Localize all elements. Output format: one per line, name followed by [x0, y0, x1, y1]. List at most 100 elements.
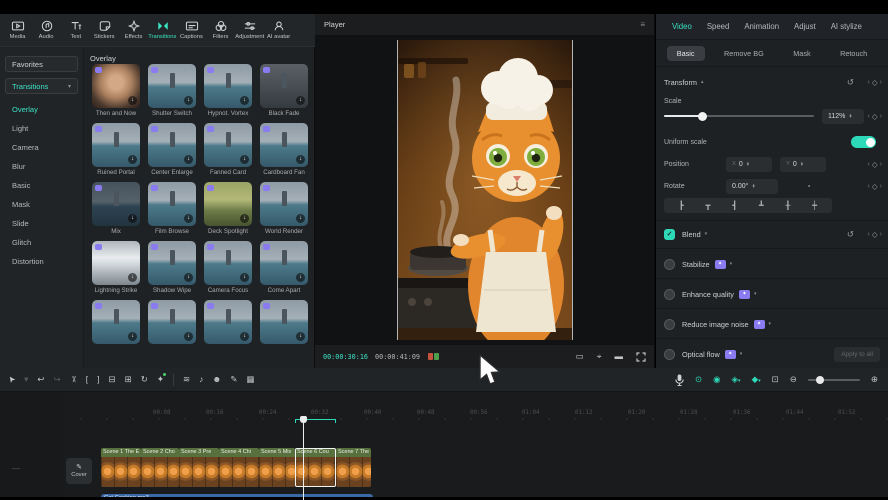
sidebar-category[interactable]: Slide: [0, 214, 83, 233]
transform-section-header[interactable]: Transform ▴ ↺ ‹ ◇ ›: [656, 74, 888, 90]
optical-flow-checkbox[interactable]: [664, 349, 675, 360]
freeze-frame-icon[interactable]: ⊞: [125, 375, 132, 384]
keyframe-diamond-icon[interactable]: ◇: [872, 112, 878, 121]
prev-keyframe-icon[interactable]: ‹: [868, 113, 870, 120]
reduce-noise-checkbox[interactable]: [664, 319, 675, 330]
step-down-icon[interactable]: ▾: [801, 164, 803, 166]
player-menu-icon[interactable]: ≡: [640, 20, 645, 29]
tab-filters[interactable]: Filters: [206, 20, 235, 40]
sidebar-category[interactable]: Camera: [0, 138, 83, 157]
inspector-tab[interactable]: Animation: [744, 22, 779, 31]
sidebar-category[interactable]: Mask: [0, 195, 83, 214]
sidebar-category[interactable]: Overlay: [0, 100, 83, 119]
transition-thumbnail[interactable]: [204, 123, 252, 167]
marker-icon[interactable]: ◆▾: [752, 375, 761, 384]
transition-thumbnail[interactable]: [92, 182, 140, 226]
tab-effects[interactable]: Effects: [119, 20, 148, 40]
prev-keyframe-icon[interactable]: ‹: [868, 79, 870, 86]
position-y-field[interactable]: Y 0 ▴▾: [780, 157, 826, 172]
tab-media[interactable]: Media: [3, 20, 32, 40]
timeline-clip[interactable]: Scene 2 Cho: [141, 448, 179, 487]
reset-icon[interactable]: ↺: [847, 229, 854, 240]
position-x-field[interactable]: X 0 ▴▾: [726, 157, 772, 172]
trim-left-icon[interactable]: [: [86, 375, 88, 384]
transition-item[interactable]: Then and Now: [88, 64, 144, 118]
inspector-subtab[interactable]: Retouch: [830, 46, 877, 61]
transition-thumbnail[interactable]: [204, 182, 252, 226]
timeline-ruler[interactable]: 00:08 00:16 00:24 00:32 00:40 00:48 00:5…: [60, 410, 888, 420]
select-tool-icon[interactable]: ➤: [6, 374, 17, 385]
record-icon[interactable]: ▦: [246, 375, 254, 384]
transition-item[interactable]: Hypnot. Vortex: [200, 64, 256, 118]
keyframe-cluster[interactable]: ‹ ◇ ›: [868, 78, 882, 87]
select-caret-icon[interactable]: ▾: [24, 375, 28, 384]
keyframe-curve-icon[interactable]: ◈▾: [732, 375, 741, 384]
transition-thumbnail[interactable]: [260, 182, 308, 226]
inspector-tab[interactable]: Speed: [707, 22, 730, 31]
zoom-knob[interactable]: [816, 376, 824, 384]
tab-stickers[interactable]: Stickers: [90, 20, 119, 40]
tab-text[interactable]: Text: [61, 20, 90, 40]
transition-thumbnail[interactable]: [148, 123, 196, 167]
transition-item[interactable]: Center Enlarge: [144, 123, 200, 177]
transition-item[interactable]: Cardboard Fan: [256, 123, 312, 177]
preview-quality-icon[interactable]: ▬: [615, 352, 624, 361]
transition-thumbnail[interactable]: [148, 64, 196, 108]
step-down-icon[interactable]: ▾: [752, 186, 754, 188]
uniform-scale-toggle[interactable]: [851, 136, 876, 148]
tab-adjustment[interactable]: Adjustment: [235, 20, 264, 40]
transition-item[interactable]: [144, 300, 200, 354]
keyframe-cluster[interactable]: ‹ ◇ ›: [868, 112, 882, 121]
tab-audio[interactable]: Audio: [32, 20, 61, 40]
inspector-subtab[interactable]: Mask: [783, 46, 820, 61]
transition-thumbnail[interactable]: [260, 123, 308, 167]
fullscreen-icon[interactable]: [636, 352, 646, 362]
timeline-clip[interactable]: Scene 4 Chi: [219, 448, 259, 487]
split-icon[interactable]: ✂: [69, 376, 78, 383]
transition-thumbnail[interactable]: [92, 300, 140, 344]
next-keyframe-icon[interactable]: ›: [880, 231, 882, 238]
inspector-tab[interactable]: Adjust: [794, 22, 816, 31]
align-right-icon[interactable]: ┫: [732, 202, 737, 210]
auto-cut-icon[interactable]: ⊙: [695, 375, 702, 384]
inspector-tab[interactable]: Video: [672, 22, 692, 31]
mic-icon[interactable]: [675, 374, 684, 386]
step-down-icon[interactable]: ▾: [849, 116, 851, 118]
sidebar-group-transitions[interactable]: Transitions ▾: [5, 78, 78, 94]
transition-thumbnail[interactable]: [148, 241, 196, 285]
rotate-field[interactable]: 0.00° ▴▾: [726, 179, 778, 194]
timeline-clip[interactable]: Scene 5 Mix: [259, 448, 295, 487]
transition-item[interactable]: Shadow Wipe: [144, 241, 200, 295]
enhance-quality-checkbox[interactable]: [664, 289, 675, 300]
rotate-stepper[interactable]: ▴▾: [752, 184, 754, 189]
align-center-h-icon[interactable]: ╂: [786, 202, 791, 210]
transition-item[interactable]: World Render: [256, 182, 312, 236]
transition-item[interactable]: Deck Spotlight: [200, 182, 256, 236]
next-keyframe-icon[interactable]: ›: [880, 113, 882, 120]
prev-keyframe-icon[interactable]: ‹: [868, 161, 870, 168]
step-down-icon[interactable]: ▾: [747, 164, 749, 166]
ai-avatar-tool-icon[interactable]: ☻: [212, 375, 221, 384]
delete-icon[interactable]: ⊟: [109, 375, 116, 384]
align-top-icon[interactable]: ┳: [706, 202, 711, 210]
transition-thumbnail[interactable]: [92, 123, 140, 167]
transition-item[interactable]: Come Apart: [256, 241, 312, 295]
transition-thumbnail[interactable]: [260, 300, 308, 344]
trim-right-icon[interactable]: ]: [97, 375, 99, 384]
x-stepper[interactable]: ▴▾: [747, 162, 749, 167]
video-frame[interactable]: [398, 40, 572, 340]
transition-item[interactable]: Black Fade: [256, 64, 312, 118]
next-keyframe-icon[interactable]: ›: [880, 79, 882, 86]
smart-audio-icon[interactable]: ◉: [713, 375, 720, 384]
quality-indicator-icon[interactable]: [428, 353, 439, 360]
scale-value-field[interactable]: 112% ▴▾: [822, 109, 864, 124]
sidebar-category[interactable]: Distortion: [0, 252, 83, 271]
timeline-clip[interactable]: Scene 7 The: [336, 448, 371, 487]
sidebar-category[interactable]: Glitch: [0, 233, 83, 252]
align-center-v-icon[interactable]: ┿: [812, 202, 817, 210]
sidebar-category[interactable]: Blur: [0, 157, 83, 176]
timeline-clip[interactable]: Scene 1 The E: [101, 448, 141, 487]
preview-on-monitor-icon[interactable]: ⊡: [772, 375, 779, 384]
transition-item[interactable]: Ruined Portal: [88, 123, 144, 177]
keyframe-cluster[interactable]: ‹ ◇ ›: [868, 160, 882, 169]
